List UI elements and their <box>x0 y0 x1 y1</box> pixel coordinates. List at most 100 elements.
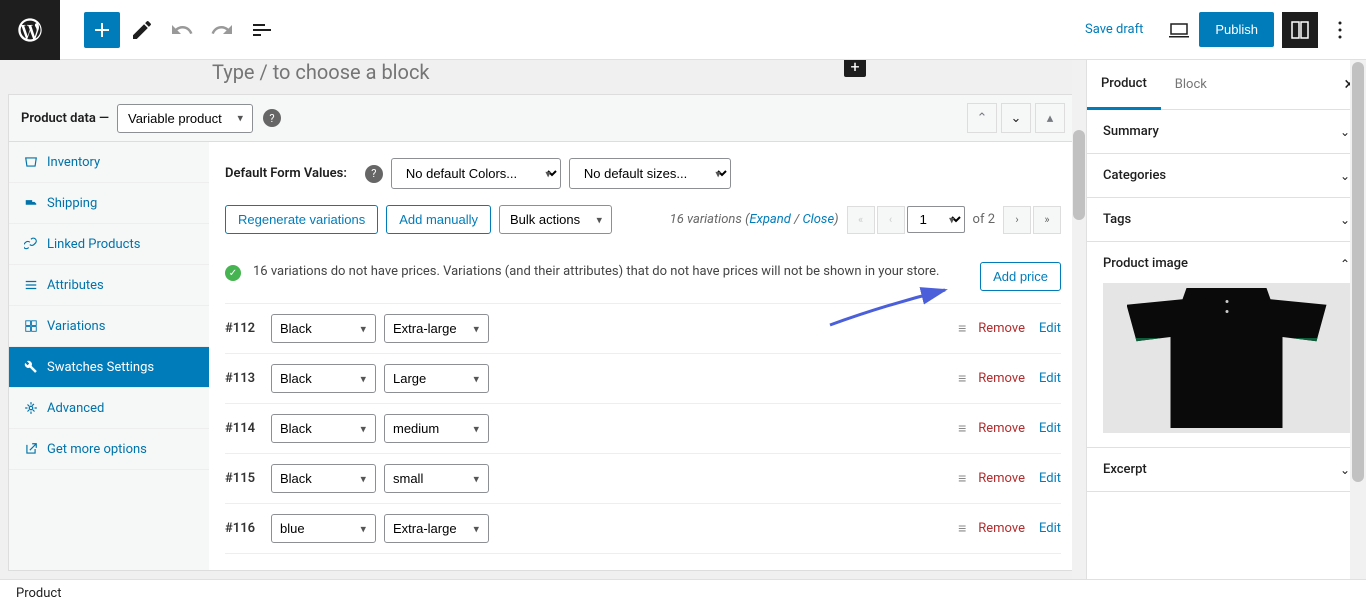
drag-handle-icon[interactable]: ≡ <box>958 470 964 487</box>
notice-text: 16 variations do not have prices. Variat… <box>253 262 968 282</box>
remove-variation-link[interactable]: Remove <box>978 471 1025 486</box>
publish-button[interactable]: Publish <box>1199 12 1274 47</box>
variation-color-select[interactable]: blue <box>271 514 376 543</box>
variation-size-select[interactable]: Extra-large <box>384 514 489 543</box>
remove-variation-link[interactable]: Remove <box>978 321 1025 336</box>
first-page-button[interactable]: « <box>847 206 875 234</box>
chevron-down-icon: ⌄ <box>1340 213 1350 227</box>
panel-product-image: Product image ⌃ <box>1087 242 1366 448</box>
more-options-button[interactable] <box>1322 12 1358 48</box>
expand-link[interactable]: Expand <box>749 212 790 227</box>
tab-swatches-settings[interactable]: Swatches Settings <box>9 347 209 388</box>
variation-id: #112 <box>225 321 263 336</box>
check-icon: ✓ <box>225 265 241 281</box>
tab-linked-products[interactable]: Linked Products <box>9 224 209 265</box>
undo-button[interactable] <box>164 12 200 48</box>
variation-id: #114 <box>225 421 263 436</box>
redo-button[interactable] <box>204 12 240 48</box>
tab-attributes[interactable]: Attributes <box>9 265 209 306</box>
panel-title: Categories <box>1103 168 1166 183</box>
price-notice: ✓ 16 variations do not have prices. Vari… <box>225 250 1061 304</box>
panel-excerpt[interactable]: Excerpt ⌄ <box>1087 448 1366 492</box>
default-sizes-select[interactable]: No default sizes... <box>569 158 731 189</box>
close-link[interactable]: Close <box>802 212 834 227</box>
variation-row[interactable]: #112 Black Extra-large ≡ Remove Edit <box>225 304 1061 354</box>
document-outline-button[interactable] <box>244 12 280 48</box>
panel-summary[interactable]: Summary ⌄ <box>1087 110 1366 154</box>
panel-title: Excerpt <box>1103 462 1147 477</box>
variation-color-select[interactable]: Black <box>271 414 376 443</box>
block-placeholder[interactable]: Type / to choose a block + <box>0 60 1086 94</box>
tab-variations[interactable]: Variations <box>9 306 209 347</box>
product-image-thumbnail[interactable] <box>1103 283 1350 433</box>
window-scrollbar[interactable] <box>1350 60 1366 579</box>
wordpress-logo[interactable] <box>0 0 60 60</box>
add-block-button[interactable] <box>84 12 120 48</box>
edit-variation-link[interactable]: Edit <box>1039 371 1061 386</box>
variation-color-select[interactable]: Black <box>271 314 376 343</box>
regenerate-variations-button[interactable]: Regenerate variations <box>225 205 378 234</box>
add-price-button[interactable]: Add price <box>980 262 1061 291</box>
panel-categories[interactable]: Categories ⌄ <box>1087 154 1366 198</box>
panel-tags[interactable]: Tags ⌄ <box>1087 198 1366 242</box>
variation-size-select[interactable]: small <box>384 464 489 493</box>
edit-variation-link[interactable]: Edit <box>1039 421 1061 436</box>
remove-variation-link[interactable]: Remove <box>978 371 1025 386</box>
variation-size-select[interactable]: Extra-large <box>384 314 489 343</box>
drag-handle-icon[interactable]: ≡ <box>958 320 964 337</box>
variation-id: #116 <box>225 521 263 536</box>
prev-page-button[interactable]: ‹ <box>877 206 905 234</box>
chevron-down-icon: ⌄ <box>1340 463 1350 477</box>
last-page-button[interactable]: » <box>1033 206 1061 234</box>
remove-variation-link[interactable]: Remove <box>978 521 1025 536</box>
sidebar-tab-block[interactable]: Block <box>1161 61 1221 108</box>
drag-handle-icon[interactable]: ≡ <box>958 420 964 437</box>
remove-variation-link[interactable]: Remove <box>978 421 1025 436</box>
drag-handle-icon[interactable]: ≡ <box>958 370 964 387</box>
panel-up-icon[interactable]: ⌃ <box>967 103 997 133</box>
editor-canvas: Type / to choose a block + Product data … <box>0 60 1086 579</box>
add-block-inline-icon[interactable]: + <box>844 60 866 77</box>
variation-row[interactable]: #113 Black Large ≡ Remove Edit <box>225 354 1061 404</box>
breadcrumb[interactable]: Product <box>16 586 61 601</box>
variation-size-select[interactable]: Large <box>384 364 489 393</box>
edit-variation-link[interactable]: Edit <box>1039 471 1061 486</box>
tab-get-more-options[interactable]: Get more options <box>9 429 209 470</box>
edit-tool-button[interactable] <box>124 12 160 48</box>
tab-shipping[interactable]: Shipping <box>9 183 209 224</box>
sidebar-tab-product[interactable]: Product <box>1087 60 1161 110</box>
variation-row[interactable]: #114 Black medium ≡ Remove Edit <box>225 404 1061 454</box>
variation-color-select[interactable]: Black <box>271 464 376 493</box>
default-colors-select[interactable]: No default Colors... <box>391 158 561 189</box>
edit-variation-link[interactable]: Edit <box>1039 321 1061 336</box>
tab-label: Inventory <box>47 155 100 170</box>
variation-id: #113 <box>225 371 263 386</box>
preview-button[interactable] <box>1161 12 1197 48</box>
drag-handle-icon[interactable]: ≡ <box>958 520 964 537</box>
gear-icon <box>23 400 39 416</box>
page-select[interactable]: 1 <box>907 206 965 233</box>
next-page-button[interactable]: › <box>1003 206 1031 234</box>
edit-variation-link[interactable]: Edit <box>1039 521 1061 536</box>
panel-collapse-icon[interactable]: ▴ <box>1035 103 1065 133</box>
bulk-actions-select[interactable]: Bulk actions <box>499 205 612 234</box>
variation-color-select[interactable]: Black <box>271 364 376 393</box>
save-draft-link[interactable]: Save draft <box>1085 22 1143 37</box>
chevron-down-icon: ⌄ <box>1340 169 1350 183</box>
editor-scrollbar[interactable] <box>1072 60 1086 579</box>
variation-size-select[interactable]: medium <box>384 414 489 443</box>
variation-row[interactable]: #116 blue Extra-large ≡ Remove Edit <box>225 504 1061 554</box>
tab-inventory[interactable]: Inventory <box>9 142 209 183</box>
chevron-up-icon[interactable]: ⌃ <box>1340 257 1350 271</box>
help-icon[interactable]: ? <box>365 165 383 183</box>
tab-advanced[interactable]: Advanced <box>9 388 209 429</box>
add-manually-button[interactable]: Add manually <box>386 205 491 234</box>
panel-title: Tags <box>1103 212 1131 227</box>
variation-id: #115 <box>225 471 263 486</box>
tab-label: Linked Products <box>47 237 140 252</box>
variation-row[interactable]: #115 Black small ≡ Remove Edit <box>225 454 1061 504</box>
product-type-select[interactable]: Variable product <box>117 104 253 133</box>
settings-toggle-button[interactable] <box>1282 12 1318 48</box>
panel-down-icon[interactable]: ⌄ <box>1001 103 1031 133</box>
help-icon[interactable]: ? <box>263 109 281 127</box>
